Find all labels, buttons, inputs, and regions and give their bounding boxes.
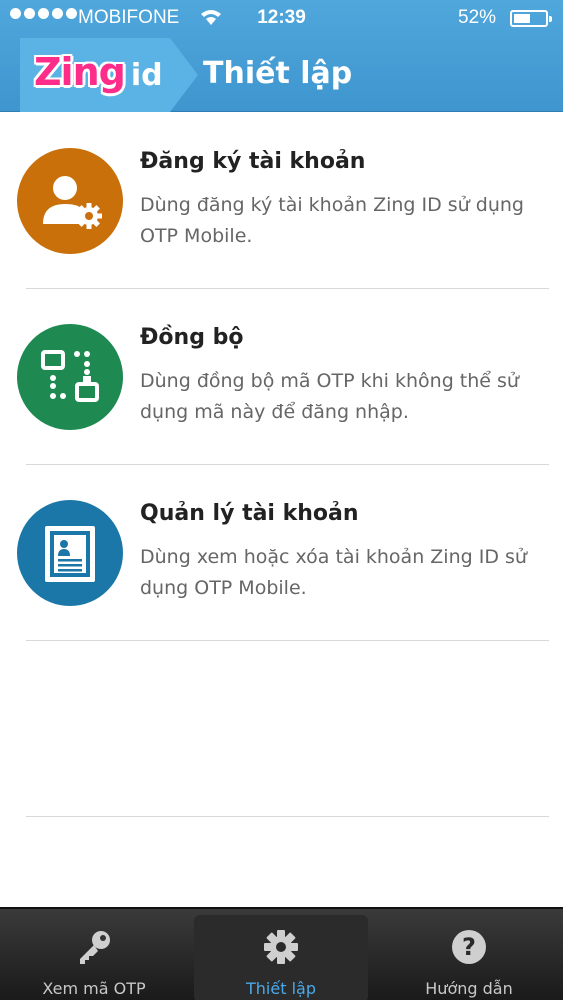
menu-item-description: Dùng đồng bộ mã OTP khi không thể sử dụn… [140,370,519,423]
menu-item-description: Dùng đăng ký tài khoản Zing ID sử dụng O… [140,194,524,247]
tab-help[interactable]: ? Hướng dẫn [375,909,563,1000]
gear-icon [264,930,298,964]
tab-bar: Xem mã OTP Thiết lập ? Hướng dẫn [0,907,563,1000]
menu-item-title: Đăng ký tài khoản [140,149,366,174]
tab-label: Thiết lập [246,979,316,998]
key-icon [80,931,110,964]
tab-view-otp[interactable]: Xem mã OTP [0,909,188,1000]
help-icon: ? [452,930,486,964]
settings-list: Đăng ký tài khoản Dùng đăng ký tài khoản… [0,113,563,817]
menu-item-manage-account[interactable]: Quản lý tài khoản Dùng xem hoặc xóa tài … [0,465,563,641]
battery-icon [510,10,552,27]
menu-item-description: Dùng xem hoặc xóa tài khoản Zing ID sử d… [140,546,527,599]
sync-icon [17,324,123,430]
app-header: MOBIFONE 12:39 52% Zing id Thiết lập [0,0,563,112]
menu-item-register-account[interactable]: Đăng ký tài khoản Dùng đăng ký tài khoản… [0,113,563,289]
tab-label: Hướng dẫn [425,979,513,998]
menu-item-title: Quản lý tài khoản [140,501,359,526]
divider [26,816,549,817]
user-settings-icon [17,148,123,254]
tab-label: Xem mã OTP [42,979,146,998]
battery-percent: 52% [458,7,497,28]
svg-text:?: ? [462,933,476,961]
logo-zing-text: Zing [34,50,126,94]
logo-id-text: id [130,58,163,93]
empty-row [0,641,563,817]
account-card-icon [17,500,123,606]
tab-settings[interactable]: Thiết lập [194,915,368,1000]
menu-item-title: Đồng bộ [140,325,244,350]
page-title: Thiết lập [203,56,353,91]
status-bar: MOBIFONE 12:39 52% [0,0,563,38]
menu-item-sync[interactable]: Đồng bộ Dùng đồng bộ mã OTP khi không th… [0,289,563,465]
zing-id-logo[interactable]: Zing id [20,38,198,112]
